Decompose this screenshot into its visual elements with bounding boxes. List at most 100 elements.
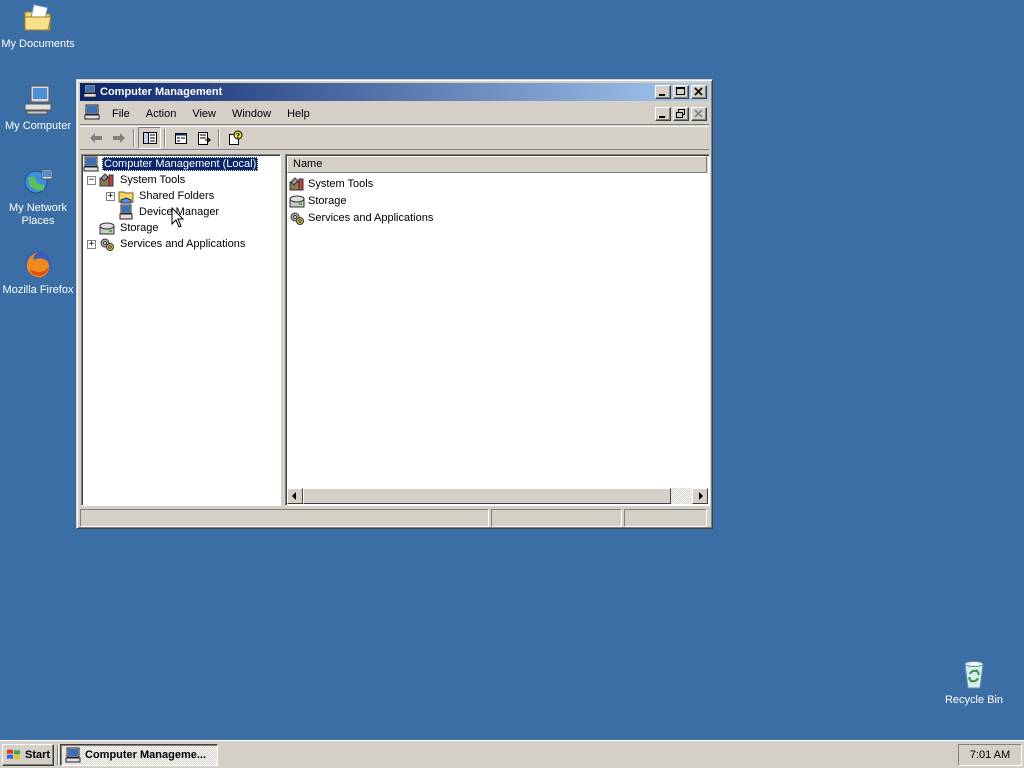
my-computer-icon [22,84,54,116]
taskbar-button-computer-management[interactable]: Computer Manageme... [60,744,218,766]
system-tools-icon [99,172,115,188]
menu-help[interactable]: Help [279,106,318,122]
properties-button[interactable] [169,127,192,149]
tree-label: Services and Applications [120,238,246,250]
arrow-right-icon [699,492,703,500]
desktop-icon-label: Recycle Bin [944,694,1004,706]
mmc-document-icon[interactable] [84,104,100,123]
close-icon [694,108,703,118]
minimize-icon [659,94,665,96]
desktop-icon-label: My Computer [4,120,72,132]
list-item-label: Storage [308,194,347,207]
tree-item-system-tools[interactable]: − System Tools [87,172,187,188]
tree-collapse-toggle[interactable]: − [87,175,96,185]
menu-view[interactable]: View [184,106,224,122]
horizontal-scrollbar[interactable] [287,488,708,504]
export-list-button[interactable] [192,127,215,149]
computer-management-icon [83,83,97,101]
device-manager-icon [118,204,134,220]
close-icon [694,87,703,96]
desktop-icon-recycle-bin[interactable]: Recycle Bin [936,658,1012,707]
scroll-right-button[interactable] [692,488,708,504]
desktop-icon-firefox[interactable]: Mozilla Firefox [0,248,76,297]
console-tree: Computer Management (Local) − System Too… [81,154,281,506]
scrollbar-track[interactable] [671,488,692,504]
list-item-services-and-applications[interactable]: Services and Applications [289,209,433,226]
desktop-icon-label: My Network Places [8,202,68,227]
export-list-icon [197,132,211,145]
my-documents-icon [22,2,54,34]
shared-folder-icon [118,188,134,204]
column-header-name[interactable]: Name [287,156,707,173]
list-item-system-tools[interactable]: System Tools [289,175,373,192]
console-tree-icon [142,132,157,144]
desktop-icon-network-places[interactable]: My Network Places [0,166,76,228]
tree-item-shared-folders[interactable]: + Shared Folders [106,188,216,204]
toolbar-separator [133,129,135,147]
computer-management-icon [83,156,99,172]
toolbar-separator [164,129,166,147]
tree-label: Device Manager [139,206,220,218]
tree-item-services-and-applications[interactable]: + Services and Applications [87,236,247,252]
windows-logo-icon [7,749,20,760]
desktop-icon-label: My Documents [1,38,75,50]
details-pane: Name System Tools Storage Services and A… [285,154,710,506]
status-panel-middle [490,509,623,527]
status-bar [80,509,709,527]
storage-icon [99,220,115,236]
menu-bar: File Action View Window Help [80,103,709,125]
tree-item-device-manager[interactable]: Device Manager [118,204,221,220]
minimize-button[interactable] [655,85,671,99]
close-button[interactable] [691,85,707,99]
start-button[interactable]: Start [2,744,54,766]
scrollbar-thumb[interactable] [303,488,671,504]
status-panel-right [624,509,707,527]
properties-icon [174,133,187,144]
list-item-label: Services and Applications [308,211,434,224]
taskbar: Start Computer Manageme... 7:01 AM [0,740,1024,768]
forward-button[interactable] [107,127,130,149]
tree-expand-toggle[interactable]: + [106,191,115,201]
computer-management-window: Computer Management File Action View Win… [76,79,713,529]
system-tools-icon [289,176,305,192]
tree-item-computer-management-local[interactable]: Computer Management (Local) [83,156,259,172]
start-label: Start [25,749,51,761]
taskbar-button-label: Computer Manageme... [85,749,207,761]
menu-window[interactable]: Window [224,106,279,122]
forward-arrow-icon [112,133,125,143]
desktop-icon-label: Mozilla Firefox [2,284,74,296]
mdi-close-button[interactable] [691,106,707,121]
mdi-restore-button[interactable] [673,106,689,121]
scroll-left-button[interactable] [287,488,303,504]
menu-file[interactable]: File [104,106,138,122]
maximize-button[interactable] [673,85,689,99]
recycle-bin-icon [958,658,990,690]
back-button[interactable] [84,127,107,149]
list-item-label: System Tools [308,177,374,190]
tree-label: Computer Management (Local) [102,157,259,171]
status-panel-main [80,509,489,527]
taskbar-separator [57,745,59,765]
restore-icon [676,108,685,118]
storage-icon [289,193,305,209]
computer-management-icon [65,747,81,763]
maximize-icon [676,87,685,95]
title-bar[interactable]: Computer Management [80,83,709,101]
clock[interactable]: 7:01 AM [970,749,1010,761]
tree-label: System Tools [120,174,186,186]
mdi-minimize-button[interactable] [655,106,671,121]
tree-expand-toggle[interactable]: + [87,239,96,249]
show-hide-tree-button[interactable] [138,127,161,149]
menu-action[interactable]: Action [138,106,185,122]
desktop-icon-my-documents[interactable]: My Documents [0,2,76,51]
firefox-icon [22,248,54,280]
services-and-applications-icon [99,236,115,252]
minimize-icon [659,115,665,118]
tree-item-storage[interactable]: Storage [99,220,161,236]
toolbar: ? [80,126,709,150]
list-header: Name [287,156,708,173]
desktop-icon-my-computer[interactable]: My Computer [0,84,76,133]
back-arrow-icon [89,133,102,143]
help-button[interactable]: ? [223,127,246,149]
list-item-storage[interactable]: Storage [289,192,347,209]
